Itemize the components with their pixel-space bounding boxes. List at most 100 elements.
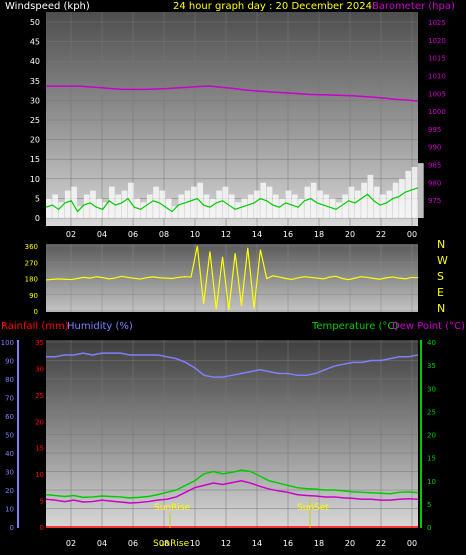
windspeed-bar <box>380 194 386 218</box>
barometer-y-tick-label: 985 <box>428 162 441 170</box>
humidity-y-tick-label: 100 <box>1 339 14 347</box>
temperature-y-tick-label: 5 <box>427 501 431 509</box>
windspeed-bar <box>146 194 153 218</box>
rainfall-axis-title: Rainfall (mm) <box>1 321 69 332</box>
temperature-x-tick-label: 02 <box>66 539 76 548</box>
graph-title: 24 hour graph day : 20 December 2024 <box>173 1 372 12</box>
rainfall-y-tick-label: 0 <box>40 524 44 532</box>
humidity-y-tick-label: 0 <box>10 524 14 532</box>
barometer-y-tick-label: 1015 <box>428 55 446 63</box>
direction-y-tick-label: 360 <box>25 243 38 251</box>
temperature-x-tick-label: 06 <box>128 539 138 548</box>
temperature-x-tick-label: 00 <box>407 539 417 548</box>
windspeed-bar <box>279 198 285 218</box>
direction-y-tick-label: 0 <box>34 308 38 316</box>
rainfall-y-tick-label: 20 <box>35 418 44 426</box>
barometer-y-tick-label: 990 <box>428 144 441 152</box>
humidity-y-tick-label: 30 <box>5 469 14 477</box>
barometer-y-tick-label: 1005 <box>428 90 446 98</box>
windspeed-bar <box>399 178 405 218</box>
windspeed-bar <box>418 163 424 218</box>
windspeed-bar <box>46 198 52 218</box>
windspeed-bar <box>247 194 254 218</box>
temperature-x-tick-label: 20 <box>345 539 355 548</box>
windspeed-bar <box>298 198 304 218</box>
wind-y-tick-label: 30 <box>30 96 40 105</box>
barometer-y-tick-label: 1025 <box>428 19 446 27</box>
temperature-y-tick-label: 0 <box>427 524 431 532</box>
wind-y-tick-label: 50 <box>30 18 40 27</box>
temperature-x-tick-label: 04 <box>97 539 107 548</box>
temperature-y-tick-label: 35 <box>427 362 436 370</box>
wind-y-tick-label: 45 <box>30 38 40 47</box>
windspeed-bar <box>405 170 412 218</box>
rainfall-y-tick-label: 25 <box>35 392 44 400</box>
wind-x-tick-label: 22 <box>376 230 386 239</box>
direction-y-tick-label: 270 <box>25 259 38 267</box>
windspeed-bar <box>386 190 393 218</box>
windspeed-bar <box>121 190 128 218</box>
windspeed-bar <box>361 182 367 218</box>
windspeed-bar <box>140 202 147 218</box>
rainfall-y-tick-label: 15 <box>35 445 44 453</box>
temperature-y-tick-label: 15 <box>427 455 436 463</box>
temperature-y-tick-label: 25 <box>427 408 436 416</box>
windspeed-bar <box>336 202 342 218</box>
temperature-y-tick-label: 30 <box>427 385 436 393</box>
humidity-y-tick-label: 70 <box>5 395 14 403</box>
barometer-y-tick-label: 995 <box>428 126 441 134</box>
windspeed-bar <box>64 190 71 218</box>
windspeed-bar <box>209 198 216 218</box>
wind-x-tick-label: 10 <box>190 230 200 239</box>
humidity-y-tick-label: 40 <box>5 450 14 458</box>
temperature-x-tick-label: 14 <box>252 539 262 548</box>
rainfall-y-tick-label: 10 <box>35 471 44 479</box>
wind-y-tick-label: 5 <box>35 194 40 203</box>
wind-x-tick-label: 14 <box>252 230 262 239</box>
wind-x-tick-label: 04 <box>97 230 107 239</box>
temperature-axis-title: Temperature (°C) <box>311 321 398 332</box>
rainfall-y-tick-label: 35 <box>35 339 44 347</box>
windspeed-bar <box>178 194 185 218</box>
compass-label: N <box>437 238 445 251</box>
wind-x-tick-label: 02 <box>66 230 76 239</box>
windspeed-bar <box>354 190 361 218</box>
windspeed-bar <box>216 190 222 218</box>
windspeed-bar <box>235 202 241 218</box>
windspeed-bar <box>304 186 311 218</box>
temperature-x-tick-label: 10 <box>190 539 200 548</box>
wind-x-tick-label: 16 <box>283 230 293 239</box>
temperature-x-tick-label: 12 <box>221 539 231 548</box>
direction-y-tick-label: 180 <box>25 276 38 284</box>
wind-x-tick-label: 00 <box>407 230 417 239</box>
windspeed-bar <box>115 194 122 218</box>
barometer-y-tick-label: 1000 <box>428 108 446 116</box>
windspeed-bar <box>83 194 90 218</box>
temperature-x-tick-label: 22 <box>376 539 386 548</box>
temperature-x-tick-label: 16 <box>283 539 293 548</box>
compass-label: S <box>437 270 444 283</box>
windspeed-bar <box>342 194 349 218</box>
wind-y-tick-label: 0 <box>35 214 40 223</box>
barometer-y-tick-label: 1010 <box>428 72 446 80</box>
windspeed-bar <box>191 186 197 218</box>
wind-x-tick-label: 08 <box>159 230 169 239</box>
humidity-y-tick-label: 80 <box>5 376 14 384</box>
humidity-axis-title: Humidity (%) <box>67 321 133 332</box>
wind-y-tick-label: 15 <box>30 155 40 164</box>
barometer-y-tick-label: 975 <box>428 197 441 205</box>
humidity-y-tick-label: 60 <box>5 413 14 421</box>
wind-y-tick-label: 20 <box>30 136 40 145</box>
rainfall-y-tick-label: 30 <box>35 365 44 373</box>
temperature-y-tick-label: 10 <box>427 478 436 486</box>
compass-label: E <box>437 286 444 299</box>
weather-graph: Windspeed (kph) 24 hour graph day : 20 D… <box>1 1 465 549</box>
windspeed-bar <box>392 182 399 218</box>
sunrise-label: SunRise <box>154 503 191 513</box>
humidity-y-tick-label: 20 <box>5 487 14 495</box>
wind-x-tick-label: 20 <box>345 230 355 239</box>
wind-y-tick-label: 25 <box>30 116 40 125</box>
wind-x-tick-label: 18 <box>314 230 324 239</box>
windspeed-bar <box>254 190 260 218</box>
barometer-axis-title: Barometer (hpa) <box>372 1 455 12</box>
